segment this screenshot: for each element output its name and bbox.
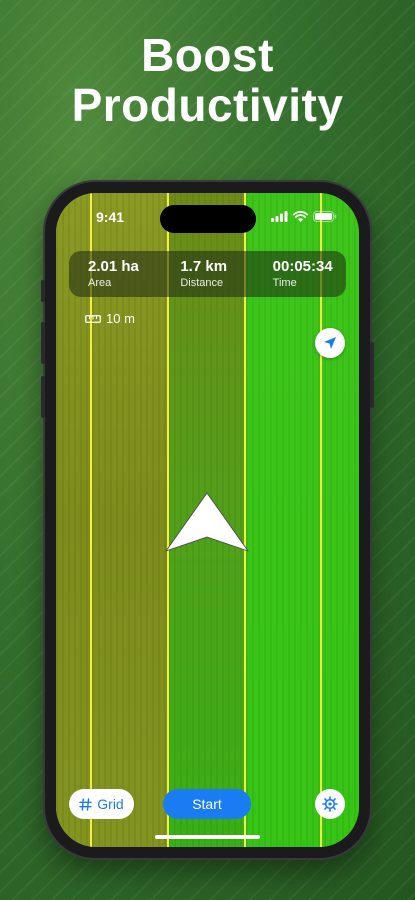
map-scale-label: 10 m	[106, 311, 135, 326]
phone-volume-up-button	[41, 322, 45, 364]
stats-panel: 2.01 ha Area 1.7 km Distance 00:05:34 Ti…	[69, 251, 346, 297]
ruler-icon	[85, 314, 101, 323]
start-button[interactable]: Start	[163, 789, 251, 819]
home-indicator	[155, 835, 260, 839]
phone-volume-down-button	[41, 376, 45, 418]
stat-time-value: 00:05:34	[272, 258, 333, 275]
phone-power-button	[370, 342, 374, 408]
hash-grid-icon	[79, 797, 92, 811]
status-icons	[271, 211, 337, 222]
start-button-label: Start	[192, 796, 222, 812]
grid-button[interactable]: Grid	[69, 789, 134, 819]
location-arrow-icon	[324, 337, 336, 349]
phone-action-button	[41, 280, 45, 302]
navigation-arrow-icon	[165, 492, 249, 552]
stat-distance-label: Distance	[180, 277, 224, 289]
stat-area-value: 2.01 ha	[88, 258, 139, 275]
app-screen: 9:41 2.01 ha Area 1.7 km Distance 00:05:…	[56, 193, 359, 847]
wifi-icon	[293, 211, 308, 222]
stat-distance-value: 1.7 km	[180, 258, 228, 275]
grid-button-label: Grid	[97, 796, 124, 812]
stat-time: 00:05:34 Time	[254, 251, 346, 297]
battery-icon	[313, 211, 337, 222]
headline-line-1: Boost	[141, 29, 274, 81]
map-scale: 10 m	[85, 311, 135, 326]
stat-distance: 1.7 km Distance	[161, 251, 253, 297]
status-time: 9:41	[96, 209, 125, 225]
settings-button[interactable]	[315, 789, 345, 819]
headline-line-2: Productivity	[71, 79, 344, 131]
locate-button[interactable]	[315, 328, 345, 358]
stat-area-label: Area	[88, 277, 112, 289]
signal-icon	[271, 211, 288, 222]
gear-icon	[322, 796, 338, 812]
dynamic-island	[160, 205, 256, 233]
headline: Boost Productivity	[0, 30, 415, 130]
stat-area: 2.01 ha Area	[69, 251, 161, 297]
phone-frame: 9:41 2.01 ha Area 1.7 km Distance 00:05:…	[41, 182, 374, 858]
stat-time-label: Time	[272, 277, 297, 289]
